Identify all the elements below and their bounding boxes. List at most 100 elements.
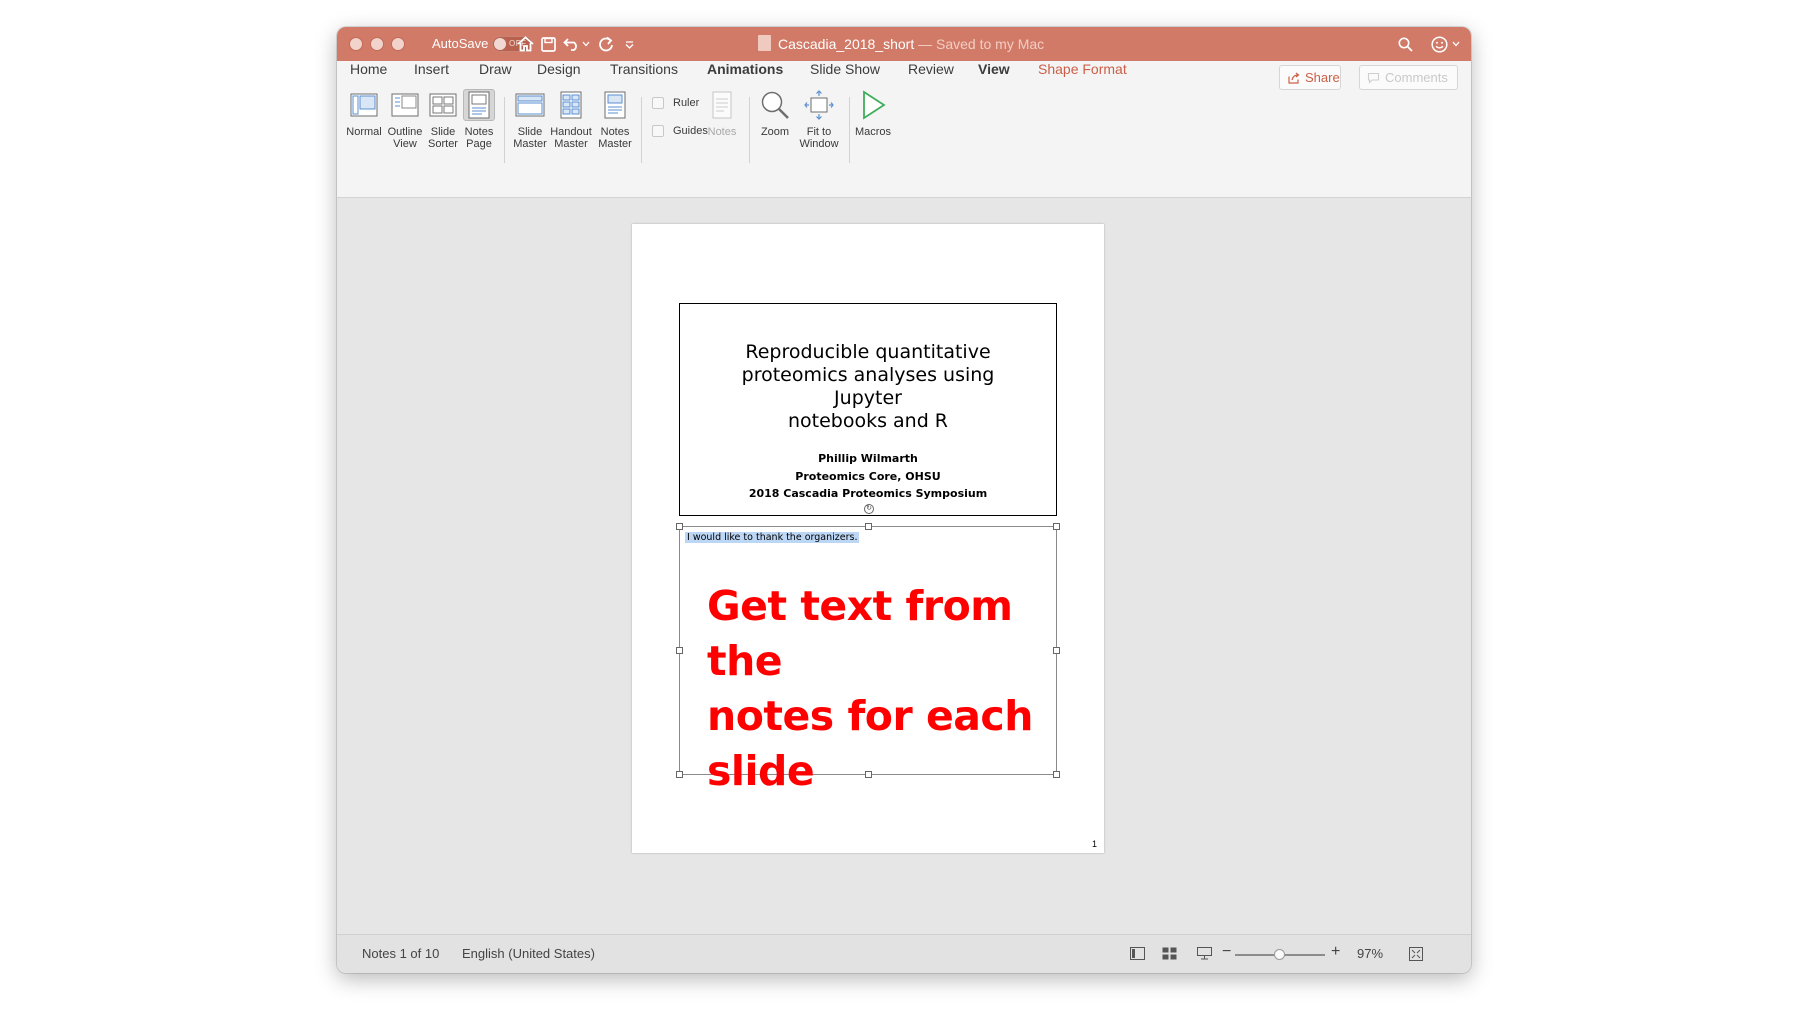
notes-toggle-button[interactable]: Notes <box>704 89 740 138</box>
ruler-checkbox[interactable]: Ruler <box>652 97 699 109</box>
normal-view-icon <box>348 89 380 121</box>
notes-master-button[interactable]: Notes Master <box>593 89 637 150</box>
ruler-label: Ruler <box>673 97 700 109</box>
notes-placeholder[interactable]: I would like to thank the organizers. Ge… <box>676 523 1060 795</box>
fit-slide-to-window-icon[interactable] <box>1409 947 1424 961</box>
slide-sorter-status-icon[interactable] <box>1162 947 1177 960</box>
zoom-slider-knob[interactable] <box>1274 949 1285 960</box>
tab-design[interactable]: Design <box>537 61 581 77</box>
slide-subtitle-line: 2018 Cascadia Proteomics Symposium <box>748 487 988 500</box>
tab-animations[interactable]: Animations <box>707 61 783 77</box>
handout-master-label-2: Master <box>554 138 588 150</box>
notes-page-canvas: Reproducible quantitative proteomics ana… <box>337 199 1471 934</box>
zoom-in-button[interactable]: + <box>1331 943 1340 961</box>
slide-show-status-icon[interactable] <box>1197 947 1212 960</box>
outline-view-icon <box>389 89 421 121</box>
comment-icon <box>1367 72 1380 84</box>
resize-handle[interactable] <box>1053 523 1060 530</box>
resize-handle[interactable] <box>1053 647 1060 654</box>
document-title: Cascadia_2018_short — Saved to my Mac <box>778 36 1044 52</box>
tab-transitions[interactable]: Transitions <box>610 61 678 77</box>
resize-handle[interactable] <box>1053 771 1060 778</box>
notes-page: Reproducible quantitative proteomics ana… <box>632 224 1104 853</box>
redo-icon[interactable] <box>596 34 616 54</box>
page-number: 1 <box>1091 839 1097 849</box>
slide-sorter-button[interactable]: Slide Sorter <box>423 89 463 150</box>
document-name: Cascadia_2018_short <box>778 36 915 52</box>
tab-view[interactable]: View <box>978 61 1010 77</box>
guides-checkbox-box <box>652 125 664 137</box>
zoom-slider[interactable] <box>1235 949 1325 960</box>
slide-master-label-2: Master <box>513 138 547 150</box>
feedback-chevron-icon[interactable] <box>1451 34 1461 54</box>
outline-view-button[interactable]: Outline View <box>385 89 425 150</box>
notes-text[interactable]: I would like to thank the organizers. <box>685 532 860 543</box>
minimize-window-button[interactable] <box>370 37 384 51</box>
autosave-toggle-knob <box>494 38 506 50</box>
title-bar: AutoSave OFF Cascadia_2018_short — Saved… <box>337 27 1471 61</box>
slide-master-button[interactable]: Slide Master <box>509 89 551 150</box>
fit-to-window-label-1: Fit to <box>806 126 832 138</box>
rotate-handle-icon[interactable]: ↻ <box>864 504 874 514</box>
notes-page-label-2: Page <box>466 138 492 150</box>
handout-master-icon <box>555 89 587 121</box>
notes-toggle-label: Notes <box>707 126 737 138</box>
guides-checkbox[interactable]: Guides <box>652 125 708 137</box>
fit-to-window-icon <box>803 89 835 121</box>
share-button[interactable]: Share <box>1279 65 1341 90</box>
tab-review[interactable]: Review <box>908 61 954 77</box>
zoom-magnifier-icon <box>759 89 791 121</box>
zoom-button[interactable]: Zoom <box>755 89 795 138</box>
ribbon-toolbar <box>337 93 1471 198</box>
fit-to-window-button[interactable]: Fit to Window <box>795 89 843 150</box>
undo-dropdown-chevron-icon[interactable] <box>581 34 591 54</box>
tab-shape-format[interactable]: Shape Format <box>1038 61 1127 77</box>
close-window-button[interactable] <box>349 37 363 51</box>
home-icon[interactable] <box>515 34 535 54</box>
overlay-line: notes for each <box>707 692 1033 740</box>
zoom-window-button[interactable] <box>391 37 405 51</box>
feedback-smiley-icon[interactable] <box>1428 34 1450 54</box>
notes-position: Notes 1 of 10 <box>362 946 440 961</box>
zoom-out-button[interactable]: − <box>1222 943 1231 961</box>
slide-title-line: notebooks and R <box>787 410 949 432</box>
fit-to-window-label-2: Window <box>799 138 839 150</box>
tab-slide-show[interactable]: Slide Show <box>810 61 880 77</box>
language-indicator[interactable]: English (United States) <box>462 946 595 961</box>
notes-overlay-text: Get text from the notes for each slide <box>707 579 1052 799</box>
search-icon[interactable] <box>1395 34 1415 54</box>
share-icon <box>1288 72 1300 84</box>
macros-label: Macros <box>854 126 892 138</box>
tab-draw[interactable]: Draw <box>479 61 512 77</box>
resize-handle[interactable] <box>676 647 683 654</box>
notes-page-icon <box>463 89 495 121</box>
resize-handle[interactable] <box>676 523 683 530</box>
zoom-level[interactable]: 97% <box>1357 946 1383 961</box>
macros-button[interactable]: Macros <box>851 89 895 138</box>
notes-master-label-2: Master <box>598 138 632 150</box>
ribbon-separator <box>504 97 505 163</box>
normal-view-button[interactable]: Normal <box>345 89 383 138</box>
undo-icon[interactable] <box>561 34 581 54</box>
notes-page-button[interactable]: Notes Page <box>458 89 500 150</box>
slide-thumbnail[interactable]: Reproducible quantitative proteomics ana… <box>679 303 1057 516</box>
macros-play-icon <box>857 89 889 121</box>
tab-insert[interactable]: Insert <box>414 61 449 77</box>
normal-view-status-icon[interactable] <box>1130 947 1145 960</box>
save-icon[interactable] <box>538 34 558 54</box>
outline-view-label-1: Outline <box>387 126 423 138</box>
status-bar: Notes 1 of 10 English (United States) − … <box>337 934 1471 973</box>
handout-master-button[interactable]: Handout Master <box>547 89 595 150</box>
tab-home[interactable]: Home <box>350 61 387 77</box>
notes-master-icon <box>599 89 631 121</box>
customize-toolbar-icon[interactable] <box>623 34 635 54</box>
ribbon-separator <box>849 97 850 163</box>
resize-handle[interactable] <box>676 771 683 778</box>
guides-label: Guides <box>673 125 708 137</box>
slide-subtitle-line: Proteomics Core, OHSU <box>795 469 941 483</box>
comments-button[interactable]: Comments <box>1359 65 1458 90</box>
document-icon <box>758 35 771 51</box>
resize-handle[interactable] <box>865 771 872 778</box>
slide-sorter-icon <box>427 89 459 121</box>
resize-handle[interactable] <box>865 523 872 530</box>
